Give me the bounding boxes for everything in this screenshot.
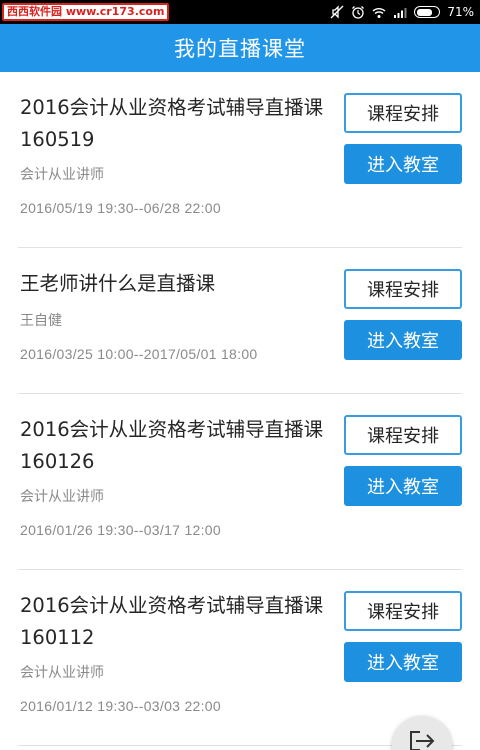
course-schedule-button[interactable]: 课程安排 (344, 415, 462, 455)
logout-icon (410, 731, 435, 750)
list-item: 2016会计从业资格考试辅导直播课160126 会计从业讲师 2016/01/2… (18, 394, 462, 570)
course-teacher: 会计从业讲师 (20, 167, 104, 183)
battery-fill (416, 8, 432, 16)
enter-classroom-button[interactable]: 进入教室 (344, 466, 462, 506)
course-time: 2016/01/12 19:30--03/03 22:00 (20, 698, 221, 714)
wifi-icon (372, 8, 386, 18)
course-time: 2016/03/25 10:00--2017/05/01 18:00 (20, 346, 258, 362)
course-teacher: 王自健 (20, 313, 62, 329)
enter-classroom-button[interactable]: 进入教室 (344, 642, 462, 682)
title-bar: 我的直播课堂 (0, 24, 480, 72)
alarm-icon (352, 6, 365, 19)
course-schedule-button[interactable]: 课程安排 (344, 269, 462, 309)
battery-icon (414, 6, 441, 18)
course-list: 2016会计从业资格考试辅导直播课160519 会计从业讲师 2016/05/1… (0, 72, 480, 746)
course-time: 2016/01/26 19:30--03/17 12:00 (20, 522, 221, 538)
course-title: 2016会计从业资格考试辅导直播课160519 (20, 96, 324, 151)
battery-percent: 71% (447, 5, 474, 19)
course-title: 王老师讲什么是直播课 (20, 272, 216, 295)
course-title: 2016会计从业资格考试辅导直播课160112 (20, 594, 324, 649)
list-item: 2016会计从业资格考试辅导直播课160112 会计从业讲师 2016/01/1… (18, 570, 462, 746)
course-teacher: 会计从业讲师 (20, 665, 104, 681)
signal-icon (394, 8, 407, 18)
course-teacher: 会计从业讲师 (20, 489, 104, 505)
course-title: 2016会计从业资格考试辅导直播课160126 (20, 418, 324, 473)
mute-icon (330, 5, 344, 19)
page-title: 我的直播课堂 (174, 37, 306, 61)
course-schedule-button[interactable]: 课程安排 (344, 93, 462, 133)
enter-classroom-button[interactable]: 进入教室 (344, 144, 462, 184)
course-time: 2016/05/19 19:30--06/28 22:00 (20, 200, 221, 216)
status-bar: 西西软件园 www.cr173.com 71% (0, 0, 480, 24)
watermark: 西西软件园 www.cr173.com (2, 3, 170, 21)
status-icons: 71% (330, 0, 474, 24)
enter-classroom-button[interactable]: 进入教室 (344, 320, 462, 360)
list-item: 王老师讲什么是直播课 王自健 2016/03/25 10:00--2017/05… (18, 248, 462, 394)
course-schedule-button[interactable]: 课程安排 (344, 591, 462, 631)
list-item: 2016会计从业资格考试辅导直播课160519 会计从业讲师 2016/05/1… (18, 72, 462, 248)
